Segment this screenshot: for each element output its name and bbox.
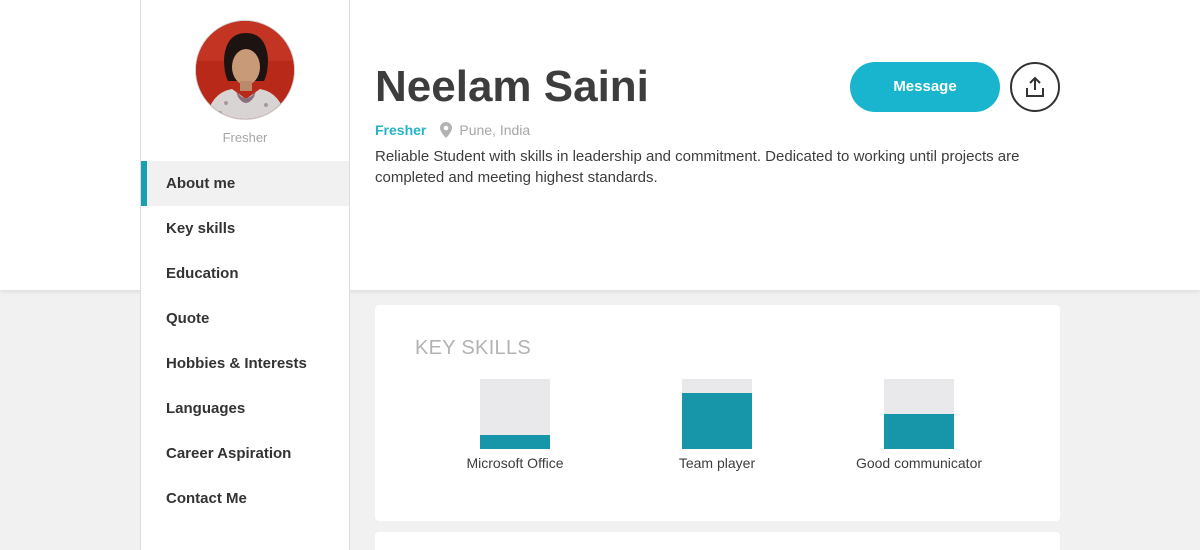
status-badge: Fresher <box>375 122 427 138</box>
sidebar-nav: About me Key skills Education Quote Hobb… <box>141 161 349 521</box>
skill-bar-fill <box>884 414 954 449</box>
sidebar-item-education[interactable]: Education <box>141 251 349 296</box>
sidebar-item-languages[interactable]: Languages <box>141 386 349 431</box>
next-section-card <box>375 532 1060 550</box>
sidebar-role: Fresher <box>222 130 268 145</box>
profile-name: Neelam Saini <box>375 62 649 111</box>
skill-item: Team player <box>617 379 817 471</box>
avatar <box>195 20 295 120</box>
sidebar: Fresher About me Key skills Education Qu… <box>140 0 350 550</box>
key-skills-card: KEY SKILLS Microsoft Office Team player … <box>375 305 1060 521</box>
skill-label: Team player <box>678 455 756 471</box>
skill-item: Good communicator <box>819 379 1019 471</box>
location-pin-icon <box>440 122 453 138</box>
sidebar-item-quote[interactable]: Quote <box>141 296 349 341</box>
sidebar-item-about-me[interactable]: About me <box>141 161 349 206</box>
skill-bar-fill <box>682 393 752 449</box>
skill-label: Good communicator <box>855 455 983 471</box>
sidebar-item-contact-me[interactable]: Contact Me <box>141 476 349 521</box>
sidebar-item-hobbies[interactable]: Hobbies & Interests <box>141 341 349 386</box>
profile-meta: Fresher Pune, India <box>375 121 530 139</box>
sidebar-item-key-skills[interactable]: Key skills <box>141 206 349 251</box>
profile-summary: Reliable Student with skills in leadersh… <box>375 148 1020 186</box>
skill-bar-track <box>480 379 550 449</box>
message-button[interactable]: Message <box>850 62 1000 112</box>
location-text: Pune, India <box>459 122 531 138</box>
share-button[interactable] <box>1010 62 1060 112</box>
skill-bar-fill <box>480 435 550 449</box>
skill-item: Microsoft Office <box>415 379 615 471</box>
share-icon <box>1025 76 1045 98</box>
skill-bar-track <box>682 379 752 449</box>
skill-label: Microsoft Office <box>466 455 564 471</box>
key-skills-title: KEY SKILLS <box>415 337 532 359</box>
sidebar-item-career-aspiration[interactable]: Career Aspiration <box>141 431 349 476</box>
skill-bar-track <box>884 379 954 449</box>
